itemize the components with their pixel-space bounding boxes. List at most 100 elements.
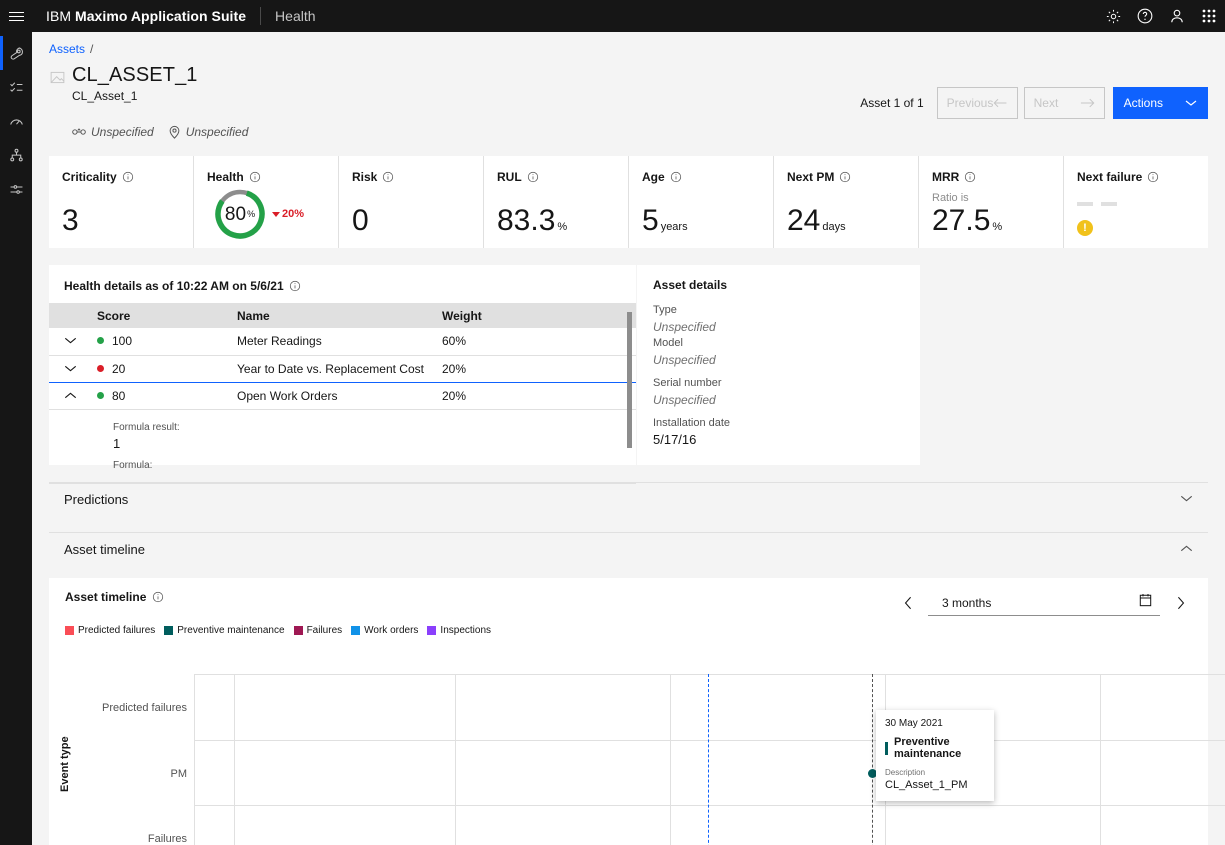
calendar-icon[interactable] (1139, 593, 1152, 612)
kpi-risk-value: 0 (352, 204, 369, 237)
timeline-prev-button[interactable] (896, 591, 920, 615)
info-icon[interactable] (382, 171, 394, 183)
timeline-plot: Event type Predicted failures PM Failure… (49, 674, 1225, 845)
kpi-criticality-value: 3 (62, 204, 79, 237)
health-col-name: Name (231, 303, 436, 328)
asset-detail-label-model: Model (653, 337, 683, 349)
health-details-panel: Health details as of 10:22 AM on 5/6/21 … (49, 265, 636, 484)
timeline-event-tooltip: 30 May 2021 Preventive maintenance Descr… (876, 710, 994, 801)
chevron-down-icon (64, 365, 76, 371)
timeline-y-axis-labels: Predicted failures PM Failures WO (49, 674, 187, 845)
kpi-card-age: Age 5 years (629, 156, 773, 248)
hamburger-menu-icon[interactable] (0, 0, 32, 32)
asset-detail-label-installation: Installation date (653, 417, 731, 429)
app-switcher-icon[interactable] (1193, 0, 1225, 32)
chevron-down-icon (64, 338, 76, 344)
timeline-range-selector[interactable]: 3 months (928, 590, 1160, 616)
legend-item-predicted-failures[interactable]: Predicted failures (65, 625, 155, 636)
kpi-risk-label: Risk (352, 170, 378, 184)
table-row[interactable]: 80 Open Work Orders 20% (49, 382, 636, 410)
tooltip-description-value: CL_Asset_1_PM (885, 779, 968, 791)
expanded-row-content: Formula result: 1 Formula: (49, 409, 636, 484)
rail-item-hierarchy[interactable] (0, 138, 32, 172)
kpi-rul-value: 83.3 (497, 204, 556, 237)
row-weight-cell: 60% (436, 328, 636, 356)
kpi-risk-header: Risk (352, 169, 470, 185)
rail-item-gauge[interactable] (0, 104, 32, 138)
row-collapse-toggle[interactable] (49, 382, 91, 410)
rail-item-assets[interactable] (0, 36, 32, 70)
health-donut-chart: 80 % (214, 188, 266, 240)
timeline-legend: Predicted failures Preventive maintenanc… (49, 625, 1208, 636)
asset-details-panel: Asset details Type Unspecified Model Uns… (637, 265, 920, 465)
breadcrumb-assets-link[interactable]: Assets (49, 42, 85, 56)
health-table-header-row: Score Name Weight (49, 303, 636, 328)
next-button-label: Next (1033, 96, 1059, 110)
info-icon[interactable] (964, 171, 976, 183)
left-navigation-rail (0, 32, 32, 845)
actions-button[interactable]: Actions (1112, 87, 1208, 119)
asset-image-placeholder-icon (49, 69, 66, 86)
legend-item-work-orders[interactable]: Work orders (351, 625, 418, 636)
table-scrollbar[interactable] (627, 312, 632, 448)
status-dot-green (97, 337, 104, 345)
tooltip-type-row: Preventive maintenance (885, 736, 985, 760)
health-donut-percent-symbol: % (247, 209, 256, 219)
rail-item-tasks[interactable] (0, 70, 32, 104)
info-icon[interactable] (839, 171, 851, 183)
legend-item-inspections[interactable]: Inspections (427, 625, 491, 636)
info-icon[interactable] (249, 171, 261, 183)
asset-timeline-card: Asset timeline 3 months Predicted failur… (49, 578, 1225, 845)
row-expand-toggle[interactable] (49, 328, 91, 356)
meta-item-binoculars: Unspecified (72, 125, 154, 139)
chevron-right-icon (1177, 596, 1184, 610)
user-avatar-icon[interactable] (1161, 0, 1193, 32)
health-table-head: Score Name Weight (49, 303, 636, 328)
kpi-age-unit: years (660, 221, 688, 233)
info-icon[interactable] (152, 591, 164, 603)
kpi-risk-value-wrap: 0 (352, 206, 369, 236)
table-row[interactable]: 100 Meter Readings 60% (49, 328, 636, 356)
timeline-next-button[interactable] (1168, 591, 1192, 615)
meta-binoculars-text: Unspecified (91, 125, 154, 139)
titles: CL_ASSET_1 CL_Asset_1 (72, 63, 198, 104)
legend-label: Preventive maintenance (177, 625, 285, 636)
legend-item-failures[interactable]: Failures (293, 625, 342, 636)
tooltip-type: Preventive maintenance (894, 736, 962, 760)
info-icon[interactable] (527, 171, 539, 183)
expanded-row-detail: Formula result: 1 Formula: (49, 409, 636, 484)
accordion-asset-timeline[interactable]: Asset timeline (49, 532, 1208, 565)
info-icon[interactable] (289, 280, 301, 292)
rail-item-settings-sliders[interactable] (0, 172, 32, 206)
gear-icon[interactable] (1097, 0, 1129, 32)
table-row[interactable]: 20 Year to Date vs. Replacement Cost 20% (49, 354, 636, 383)
kpi-health-header: Health (207, 169, 325, 185)
chevron-up-icon (64, 392, 76, 398)
info-icon[interactable] (122, 171, 134, 183)
timeline-range-value: 3 months (942, 595, 992, 610)
tooltip-description-label: Description (885, 768, 926, 777)
page-subtitle: CL_Asset_1 (72, 89, 138, 103)
row-expand-toggle[interactable] (49, 354, 91, 383)
help-circle-icon[interactable] (1129, 0, 1161, 32)
chevron-down-icon (1185, 100, 1197, 106)
health-delta: 20% (272, 208, 304, 220)
previous-button[interactable]: Previous (936, 87, 1018, 119)
accordion-predictions[interactable]: Predictions (49, 482, 1208, 515)
info-icon[interactable] (1147, 171, 1159, 183)
timeline-grid: 30 May 2021 Preventive maintenance Descr… (194, 674, 1225, 845)
location-pin-icon (169, 125, 180, 139)
brand-product: Maximo Application Suite (75, 8, 247, 24)
kpi-card-next-failure: Next failure ! (1064, 156, 1208, 248)
health-col-score: Score (91, 303, 231, 328)
kpi-next-pm-header: Next PM (787, 169, 905, 185)
legend-swatch (427, 626, 437, 635)
next-button[interactable]: Next (1023, 87, 1105, 119)
info-icon[interactable] (670, 171, 682, 183)
y-label-pm: PM (170, 768, 188, 780)
actions-button-label: Actions (1123, 96, 1163, 110)
previous-button-label: Previous (946, 96, 994, 110)
legend-item-preventive-maintenance[interactable]: Preventive maintenance (164, 625, 285, 636)
warning-badge-icon: ! (1077, 220, 1093, 236)
asset-detail-value-type: Unspecified (653, 320, 716, 334)
